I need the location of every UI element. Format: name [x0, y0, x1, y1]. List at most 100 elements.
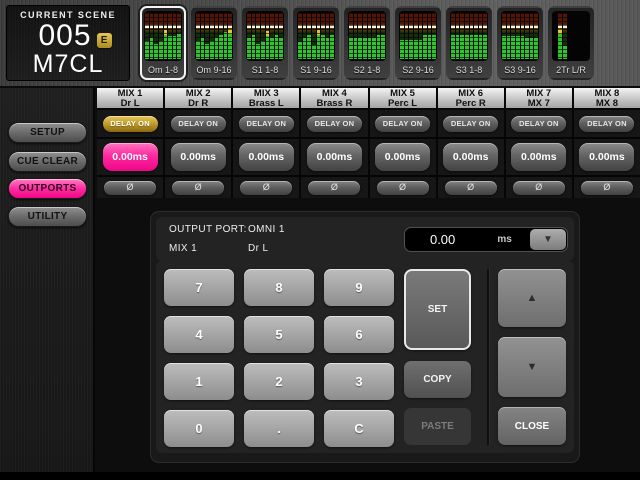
meter-column	[349, 13, 353, 59]
meter-column	[279, 13, 283, 59]
delay-time-button[interactable]: 0.00ms	[511, 143, 566, 171]
keypad-key-3[interactable]: 3	[324, 363, 394, 400]
delay-time-button[interactable]: 0.00ms	[579, 143, 634, 171]
meter-column	[451, 13, 455, 59]
paste-button[interactable]: PASTE	[404, 408, 471, 445]
utility-button[interactable]: UTILITY	[8, 206, 87, 227]
phase-button[interactable]: Ø	[104, 181, 156, 195]
meter-display	[552, 11, 590, 61]
meter-block-label: 2Tr L/R	[552, 61, 590, 79]
meter-column	[525, 13, 529, 59]
meter-display	[195, 11, 233, 61]
meter-column	[419, 13, 423, 59]
mix-channel-row: MIX 1 Dr L DELAY ON 0.00ms Ø MIX 2 Dr R …	[97, 88, 640, 198]
phase-button[interactable]: Ø	[377, 181, 429, 195]
keypad-key-2[interactable]: 2	[244, 363, 314, 400]
meter-block[interactable]: Om 9-16	[191, 6, 237, 80]
outports-button[interactable]: OUTPORTS	[8, 178, 87, 199]
mix-channel-strip: MIX 7 MX 7 DELAY ON 0.00ms Ø	[504, 88, 572, 198]
delay-on-button[interactable]: DELAY ON	[171, 116, 226, 132]
delay-value-field[interactable]: 0.00 ms ▼	[404, 227, 568, 252]
increment-button[interactable]: ▲	[498, 269, 566, 327]
close-button[interactable]: CLOSE	[498, 407, 566, 445]
phase-button[interactable]: Ø	[308, 181, 360, 195]
delay-time-button[interactable]: 0.00ms	[103, 143, 158, 171]
meter-column	[377, 13, 381, 59]
meter-block[interactable]: 2Tr L/R	[548, 6, 594, 80]
keypad-key-9[interactable]: 9	[324, 269, 394, 306]
keypad-key-6[interactable]: 6	[324, 316, 394, 353]
sidebar: SETUP CUE CLEAR OUTPORTS UTILITY	[0, 88, 95, 472]
keypad-key-4[interactable]: 4	[164, 316, 234, 353]
meter-column	[521, 13, 525, 59]
phase-button[interactable]: Ø	[240, 181, 292, 195]
meter-block[interactable]: S1 9-16	[293, 6, 339, 80]
delay-on-button[interactable]: DELAY ON	[375, 116, 430, 132]
meter-block[interactable]: S1 1-8	[242, 6, 288, 80]
mix-channel-strip: MIX 2 Dr R DELAY ON 0.00ms Ø	[163, 88, 231, 198]
meter-column	[312, 13, 316, 59]
meter-column	[530, 13, 534, 59]
meter-block-label: S2 1-8	[348, 61, 386, 79]
delay-on-button[interactable]: DELAY ON	[579, 116, 634, 132]
meter-column	[164, 13, 168, 59]
editor-header: OUTPUT PORT: OMNI 1 MIX 1 Dr L 0.00 ms ▼	[156, 217, 574, 261]
setup-button[interactable]: SETUP	[8, 122, 87, 143]
keypad-key-0[interactable]: 0	[164, 410, 234, 447]
mix-channel-strip: MIX 6 Perc R DELAY ON 0.00ms Ø	[436, 88, 504, 198]
phase-button[interactable]: Ø	[172, 181, 224, 195]
meter-column	[460, 13, 464, 59]
meter-column	[247, 13, 251, 59]
meter-display	[297, 11, 335, 61]
meter-column	[173, 13, 177, 59]
meter-block[interactable]: S2 9-16	[395, 6, 441, 80]
meter-display	[501, 11, 539, 61]
meter-column	[381, 13, 385, 59]
keypad-key-dot[interactable]: .	[244, 410, 314, 447]
meter-block[interactable]: S3 1-8	[446, 6, 492, 80]
meter-block[interactable]: S3 9-16	[497, 6, 543, 80]
channel-header: MIX 6 Perc R	[438, 88, 504, 110]
meter-block-label: S2 9-16	[399, 61, 437, 79]
meter-block[interactable]: S2 1-8	[344, 6, 390, 80]
delay-on-button[interactable]: DELAY ON	[307, 116, 362, 132]
set-button[interactable]: SET	[404, 269, 471, 350]
editor-channel-name: Dr L	[248, 243, 269, 254]
delay-on-button[interactable]: DELAY ON	[511, 116, 566, 132]
meter-column	[256, 13, 260, 59]
meter-column	[368, 13, 372, 59]
copy-button[interactable]: COPY	[404, 361, 471, 398]
keypad-panel: 789 456 123 0. C SET COPY PASTE ▲ ▼ CLOSE	[156, 261, 574, 453]
decrement-button[interactable]: ▼	[498, 337, 566, 397]
delay-editor-panel: OUTPUT PORT: OMNI 1 MIX 1 Dr L 0.00 ms ▼…	[150, 211, 580, 463]
phase-button[interactable]: Ø	[445, 181, 497, 195]
keypad-key-8[interactable]: 8	[244, 269, 314, 306]
keypad-key-clear[interactable]: C	[324, 410, 394, 447]
delay-on-button[interactable]: DELAY ON	[103, 116, 158, 132]
meter-column	[511, 13, 515, 59]
meter-column	[428, 13, 432, 59]
meter-column	[210, 13, 214, 59]
meter-column	[414, 13, 418, 59]
delay-time-button[interactable]: 0.00ms	[375, 143, 430, 171]
delay-time-button[interactable]: 0.00ms	[443, 143, 498, 171]
meter-column	[516, 13, 520, 59]
delay-time-button[interactable]: 0.00ms	[171, 143, 226, 171]
keypad-key-7[interactable]: 7	[164, 269, 234, 306]
channel-name: MX 8	[574, 99, 640, 109]
delay-time-button[interactable]: 0.00ms	[307, 143, 362, 171]
phase-button[interactable]: Ø	[513, 181, 565, 195]
delay-time-button[interactable]: 0.00ms	[239, 143, 294, 171]
bottom-bar	[0, 472, 640, 480]
phase-button[interactable]: Ø	[581, 181, 633, 195]
unit-dropdown-button[interactable]: ▼	[530, 229, 566, 250]
meter-column	[261, 13, 265, 59]
cue-clear-button[interactable]: CUE CLEAR	[8, 151, 87, 172]
meter-block[interactable]: Om 1-8	[140, 6, 186, 80]
delay-on-button[interactable]: DELAY ON	[239, 116, 294, 132]
keypad-key-1[interactable]: 1	[164, 363, 234, 400]
delay-on-button[interactable]: DELAY ON	[443, 116, 498, 132]
mix-channel-strip: MIX 8 MX 8 DELAY ON 0.00ms Ø	[572, 88, 640, 198]
meter-column	[502, 13, 506, 59]
keypad-key-5[interactable]: 5	[244, 316, 314, 353]
